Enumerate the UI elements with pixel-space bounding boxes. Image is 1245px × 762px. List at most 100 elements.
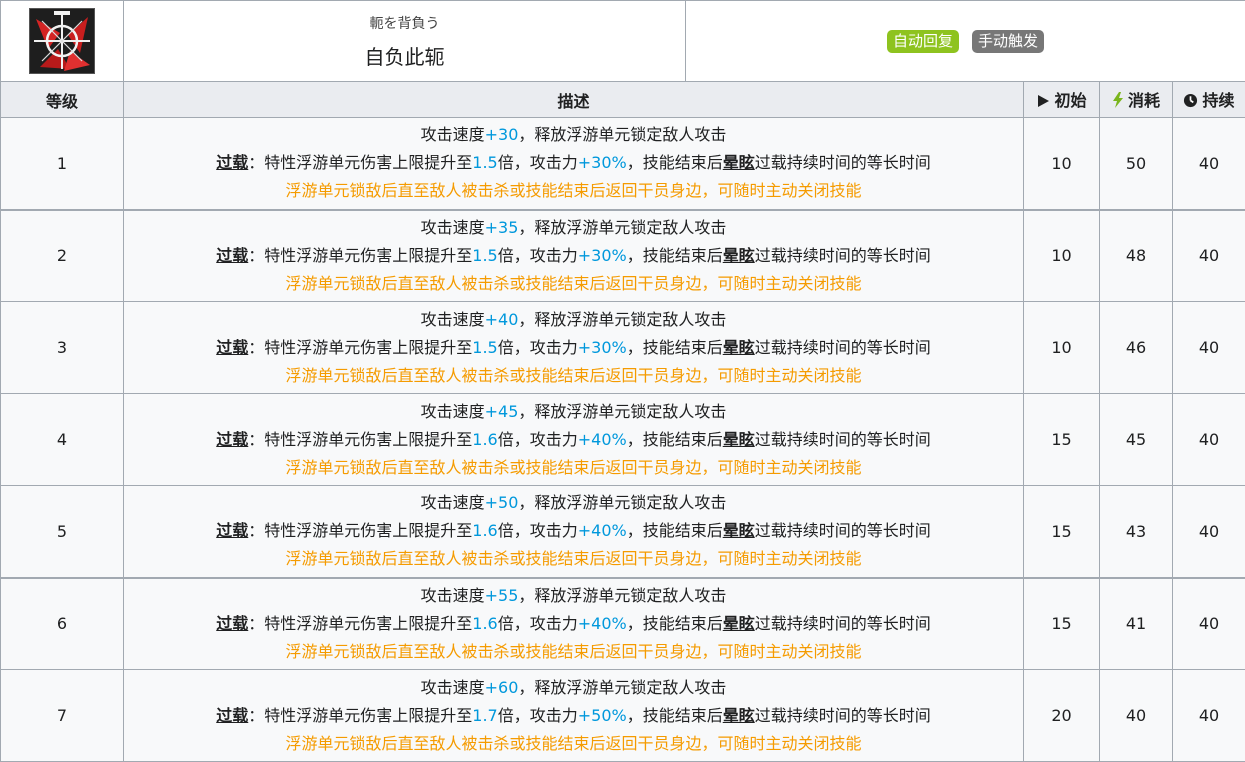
description-line-3: 浮游单元锁敌后直至敌人被击杀或技能结束后返回干员身边，可随时主动关闭技能 [124,177,1023,205]
description-cell: 攻击速度+45，释放浮游单元锁定敌人攻击过载：特性浮游单元伤害上限提升至1.6倍… [124,394,1024,486]
trigger-type-tag: 手动触发 [972,30,1044,53]
description-line-2: 过载：特性浮游单元伤害上限提升至1.6倍，攻击力+40%，技能结束后晕眩过载持续… [124,610,1023,638]
initial-sp-cell: 10 [1024,302,1100,394]
duration-cell: 40 [1173,210,1245,302]
initial-sp-cell: 10 [1024,210,1100,302]
atk-speed-suffix: ，释放浮游单元锁定敌人攻击 [518,218,726,237]
level-cell: 3 [1,302,124,394]
overload-term-link[interactable]: 过载 [216,614,248,633]
atk-speed-prefix: 攻击速度 [421,402,485,421]
atk-speed-suffix: ，释放浮游单元锁定敌人攻击 [518,125,726,144]
stun-term-link[interactable]: 晕眩 [723,338,755,357]
recovery-type-tag: 自动回复 [887,30,959,53]
description-line-3: 浮游单元锁敌后直至敌人被击杀或技能结束后返回干员身边，可随时主动关闭技能 [124,362,1023,390]
atk-speed-value: +45 [485,402,519,421]
lightning-icon [1112,92,1124,112]
column-header-initial-label: 初始 [1054,91,1086,110]
description-line-2: 过载：特性浮游单元伤害上限提升至1.7倍，攻击力+50%，技能结束后晕眩过载持续… [124,702,1023,730]
skill-header-row: 軛を背負う 自负此轭 自动回复 手动触发 [1,1,1245,82]
skill-level-row: 3攻击速度+40，释放浮游单元锁定敌人攻击过载：特性浮游单元伤害上限提升至1.5… [1,302,1245,394]
atk-speed-prefix: 攻击速度 [421,218,485,237]
line2-text-c: ，技能结束后 [627,430,723,449]
overload-term-link[interactable]: 过载 [216,521,248,540]
description-line-3: 浮游单元锁敌后直至敌人被击杀或技能结束后返回干员身边，可随时主动关闭技能 [124,545,1023,573]
atk-speed-prefix: 攻击速度 [421,493,485,512]
sp-cost-cell: 50 [1100,118,1173,210]
duration-cell: 40 [1173,486,1245,578]
level-cell: 7 [1,670,124,762]
duration-cell: 40 [1173,394,1245,486]
damage-cap-value: 1.6 [472,430,497,449]
line2-text-a: ：特性浮游单元伤害上限提升至 [248,338,472,357]
description-cell: 攻击速度+60，释放浮游单元锁定敌人攻击过载：特性浮游单元伤害上限提升至1.7倍… [124,670,1024,762]
damage-cap-value: 1.5 [472,246,497,265]
line2-text-a: ：特性浮游单元伤害上限提升至 [248,246,472,265]
skill-level-row: 4攻击速度+45，释放浮游单元锁定敌人攻击过载：特性浮游单元伤害上限提升至1.6… [1,394,1245,486]
skill-level-row: 6攻击速度+55，释放浮游单元锁定敌人攻击过载：特性浮游单元伤害上限提升至1.6… [1,578,1245,670]
column-header-duration-label: 持续 [1202,91,1234,110]
description-cell: 攻击速度+30，释放浮游单元锁定敌人攻击过载：特性浮游单元伤害上限提升至1.5倍… [124,118,1024,210]
level-cell: 1 [1,118,124,210]
description-cell: 攻击速度+35，释放浮游单元锁定敌人攻击过载：特性浮游单元伤害上限提升至1.5倍… [124,210,1024,302]
overload-term-link[interactable]: 过载 [216,246,248,265]
line2-text-d: 过载持续时间的等长时间 [755,246,931,265]
skill-icon-cell [1,1,124,82]
skill-level-rows: 1攻击速度+30，释放浮游单元锁定敌人攻击过载：特性浮游单元伤害上限提升至1.5… [1,118,1245,762]
stun-term-link[interactable]: 晕眩 [723,521,755,540]
overload-term-link[interactable]: 过载 [216,338,248,357]
overload-term-link[interactable]: 过载 [216,430,248,449]
line2-text-b: 倍，攻击力 [498,153,578,172]
duration-cell: 40 [1173,578,1245,670]
description-line-3: 浮游单元锁敌后直至敌人被击杀或技能结束后返回干员身边，可随时主动关闭技能 [124,730,1023,758]
description-cell: 攻击速度+40，释放浮游单元锁定敌人攻击过载：特性浮游单元伤害上限提升至1.5倍… [124,302,1024,394]
atk-value: +40% [578,614,627,633]
play-icon [1036,93,1050,112]
atk-speed-value: +35 [485,218,519,237]
atk-speed-value: +60 [485,678,519,697]
sp-cost-cell: 46 [1100,302,1173,394]
line2-text-a: ：特性浮游单元伤害上限提升至 [248,521,472,540]
atk-speed-suffix: ，释放浮游单元锁定敌人攻击 [518,310,726,329]
atk-value: +30% [578,246,627,265]
stun-term-link[interactable]: 晕眩 [723,153,755,172]
line2-text-a: ：特性浮游单元伤害上限提升至 [248,614,472,633]
skill-title: 自负此轭 [124,41,685,70]
skill-title-cell: 軛を背負う 自负此轭 [124,1,686,82]
overload-term-link[interactable]: 过载 [216,153,248,172]
skill-level-row: 1攻击速度+30，释放浮游单元锁定敌人攻击过载：特性浮游单元伤害上限提升至1.5… [1,118,1245,210]
sp-cost-cell: 43 [1100,486,1173,578]
initial-sp-cell: 15 [1024,578,1100,670]
column-header-description: 描述 [124,82,1024,118]
line2-text-d: 过载持续时间的等长时间 [755,521,931,540]
column-header-duration: 持续 [1173,82,1245,118]
description-line-3: 浮游单元锁敌后直至敌人被击杀或技能结束后返回干员身边，可随时主动关闭技能 [124,454,1023,482]
column-header-cost: 消耗 [1100,82,1173,118]
level-cell: 2 [1,210,124,302]
atk-speed-value: +30 [485,125,519,144]
column-header-cost-label: 消耗 [1128,91,1160,110]
description-line-1: 攻击速度+30，释放浮游单元锁定敌人攻击 [124,121,1023,149]
skill-icon [29,8,95,74]
line2-text-d: 过载持续时间的等长时间 [755,338,931,357]
stun-term-link[interactable]: 晕眩 [723,246,755,265]
description-line-2: 过载：特性浮游单元伤害上限提升至1.5倍，攻击力+30%，技能结束后晕眩过载持续… [124,149,1023,177]
stun-term-link[interactable]: 晕眩 [723,430,755,449]
atk-value: +30% [578,338,627,357]
line2-text-c: ，技能结束后 [627,153,723,172]
stun-term-link[interactable]: 晕眩 [723,706,755,725]
sp-cost-cell: 40 [1100,670,1173,762]
initial-sp-cell: 10 [1024,118,1100,210]
description-line-2: 过载：特性浮游单元伤害上限提升至1.6倍，攻击力+40%，技能结束后晕眩过载持续… [124,426,1023,454]
atk-value: +40% [578,521,627,540]
level-cell: 5 [1,486,124,578]
column-header-level: 等级 [1,82,124,118]
stun-term-link[interactable]: 晕眩 [723,614,755,633]
line2-text-c: ，技能结束后 [627,338,723,357]
duration-cell: 40 [1173,118,1245,210]
damage-cap-value: 1.5 [472,338,497,357]
line2-text-c: ，技能结束后 [627,706,723,725]
level-cell: 4 [1,394,124,486]
initial-sp-cell: 20 [1024,670,1100,762]
line2-text-d: 过载持续时间的等长时间 [755,430,931,449]
overload-term-link[interactable]: 过载 [216,706,248,725]
